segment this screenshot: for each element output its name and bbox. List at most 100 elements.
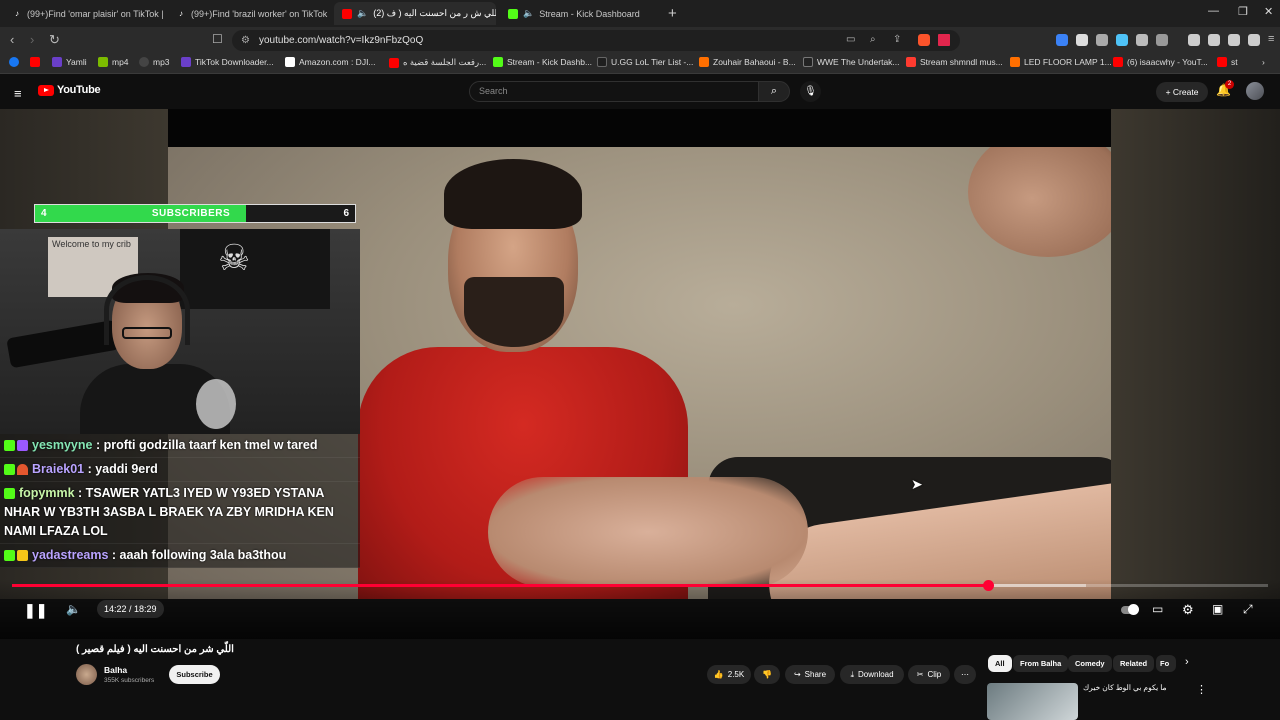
bookmarks-bar: Yamli mp4 mp3 TikTok Downloader... Amazo… bbox=[0, 54, 1280, 74]
brave-shield-icon[interactable] bbox=[918, 34, 930, 46]
glasses bbox=[122, 327, 172, 339]
share-icon[interactable]: ⇪ bbox=[893, 34, 901, 45]
youtube-logo[interactable]: YouTube bbox=[38, 84, 101, 96]
scrubber-handle[interactable] bbox=[982, 580, 994, 591]
video-title: اللّي شر من احسنت اليه ( فيلم قصير ) bbox=[76, 644, 234, 655]
create-button[interactable]: + Create bbox=[1156, 82, 1208, 102]
more-bookmarks-icon[interactable]: › bbox=[1262, 57, 1265, 67]
tab-omar-plaisir[interactable]: ♪ (99+)Find 'omar plaisir' on TikTok | T… bbox=[4, 2, 166, 25]
hamburger-menu-icon[interactable]: ≡ bbox=[14, 86, 22, 101]
extension-icon[interactable] bbox=[1096, 34, 1108, 46]
sidebar-icon[interactable] bbox=[1208, 34, 1220, 46]
extension-icon[interactable] bbox=[1116, 34, 1128, 46]
chip-all[interactable]: All bbox=[988, 655, 1012, 672]
brave-rewards-icon[interactable] bbox=[938, 34, 950, 46]
extension-icon[interactable] bbox=[1076, 34, 1088, 46]
chips-next-icon[interactable]: › bbox=[1185, 656, 1189, 668]
miniplayer-icon[interactable]: ▣ bbox=[1212, 602, 1223, 616]
download-button[interactable]: ⤓ Download bbox=[840, 665, 904, 684]
amazon-icon bbox=[285, 57, 295, 67]
bookmark-yamli[interactable]: Yamli bbox=[52, 57, 87, 67]
extension-icon[interactable] bbox=[1056, 34, 1068, 46]
forward-icon[interactable]: › bbox=[30, 32, 34, 47]
wallet-icon[interactable] bbox=[1228, 34, 1240, 46]
bookmark-facebook[interactable] bbox=[9, 57, 23, 67]
back-icon[interactable]: ‹ bbox=[10, 32, 14, 47]
menu-icon[interactable]: ≡ bbox=[1268, 33, 1274, 45]
download-icon[interactable] bbox=[1248, 34, 1260, 46]
bookmark-kick-dashboard[interactable]: Stream - Kick Dashb... bbox=[493, 57, 592, 67]
voice-search-button[interactable]: 🎙 bbox=[800, 81, 821, 102]
kick-badge-icon bbox=[4, 550, 15, 562]
chip-related[interactable]: Related bbox=[1113, 655, 1155, 672]
channel-name[interactable]: Balha bbox=[104, 665, 127, 675]
tab-kick-dashboard[interactable]: 🔈 Stream - Kick Dashboard bbox=[500, 2, 662, 25]
chip-from-channel[interactable]: From Balha bbox=[1013, 655, 1069, 672]
related-video-thumbnail[interactable] bbox=[987, 683, 1078, 720]
tab-label: (99+)Find 'brazil worker' on TikTok | Ti bbox=[191, 8, 330, 19]
chat-username: yadastreams bbox=[32, 548, 109, 562]
cast-icon[interactable]: ▭ bbox=[846, 34, 855, 45]
dislike-button[interactable]: 👎 bbox=[754, 665, 780, 684]
bookmark-isaacwhy[interactable]: (6) isaacwhy - YouT... bbox=[1113, 57, 1208, 67]
progress-bar[interactable] bbox=[12, 580, 1268, 591]
bookmark-zouhair[interactable]: Zouhair Bahaoui - B... bbox=[699, 57, 796, 67]
video-player[interactable]: 4 SUBSCRIBERS 6 Welcome to my crib ☠ yes… bbox=[0, 109, 1280, 639]
gesturing-hands bbox=[488, 477, 808, 587]
subscribe-button[interactable]: Subscribe bbox=[169, 665, 220, 684]
bookmark-led-lamp[interactable]: LED FLOOR LAMP 1... bbox=[1010, 57, 1112, 67]
site-info-icon[interactable]: ⚙ bbox=[241, 30, 250, 51]
account-avatar[interactable] bbox=[1246, 82, 1264, 100]
more-actions-button[interactable]: ⋯ bbox=[954, 665, 976, 684]
bookmark-youtube[interactable] bbox=[30, 57, 44, 67]
related-video-title[interactable]: ما يكوم بي الوط كان خيرك bbox=[1083, 683, 1167, 692]
minimize-button[interactable]: — bbox=[1208, 5, 1219, 17]
browser-tab-bar: ♪ (99+)Find 'omar plaisir' on TikTok | T… bbox=[0, 0, 1280, 27]
channel-avatar[interactable] bbox=[76, 664, 97, 685]
player-controls: ❚❚ 🔈 14:22 / 18:29 ▭ ⚙ ▣ ⤢ bbox=[0, 579, 1280, 639]
tab-youtube-video[interactable]: 🔈 (2) اللي ش ر من احسنت اليه ( ف × bbox=[334, 2, 496, 25]
audio-icon[interactable]: 🔈 bbox=[523, 8, 534, 19]
zoom-icon[interactable]: ⌕ bbox=[870, 34, 876, 45]
bookmark-wwe[interactable]: WWE The Undertak... bbox=[803, 57, 900, 67]
bookmark-icon[interactable]: ☐ bbox=[212, 32, 223, 46]
reload-icon[interactable]: ↻ bbox=[49, 32, 60, 48]
audio-icon[interactable]: 🔈 bbox=[357, 8, 368, 19]
bookmark-tiktok-downloader[interactable]: TikTok Downloader... bbox=[181, 57, 274, 67]
new-tab-button[interactable]: + bbox=[668, 5, 677, 22]
chip-comedy[interactable]: Comedy bbox=[1068, 655, 1112, 672]
bookmark-ugg[interactable]: U.GG LoL Tier List -... bbox=[597, 57, 693, 67]
chip-more[interactable]: Fo bbox=[1156, 655, 1176, 672]
clip-button[interactable]: ✂ Clip bbox=[908, 665, 950, 684]
like-button[interactable]: 👍 2.5K bbox=[707, 665, 751, 684]
bookmark-amazon[interactable]: Amazon.com : DJI... bbox=[285, 57, 376, 67]
bookmark-mp3[interactable]: mp3 bbox=[139, 57, 170, 67]
tab-brazil-worker[interactable]: ♪ (99+)Find 'brazil worker' on TikTok | … bbox=[168, 2, 330, 25]
autoplay-toggle[interactable] bbox=[1121, 604, 1139, 615]
search-input[interactable]: Search bbox=[469, 81, 759, 102]
pirate-flag bbox=[180, 229, 330, 309]
music-icon[interactable] bbox=[1188, 34, 1200, 46]
subtitles-icon[interactable]: ▭ bbox=[1152, 602, 1163, 616]
maximize-button[interactable]: ❐ bbox=[1238, 5, 1248, 18]
thumbs-down-icon: 👎 bbox=[762, 670, 772, 679]
related-video-menu-icon[interactable]: ⋮ bbox=[1196, 683, 1207, 696]
close-window-button[interactable]: ✕ bbox=[1264, 5, 1273, 18]
kick-badge-icon bbox=[4, 488, 15, 500]
address-bar-row: ‹ › ↻ ☐ ⚙ youtube.com/watch?v=Ikz9nFbzQo… bbox=[0, 27, 1280, 54]
search-button[interactable]: ⌕ bbox=[758, 81, 790, 102]
share-button[interactable]: ↪ Share bbox=[785, 665, 835, 684]
pause-icon[interactable]: ❚❚ bbox=[24, 602, 47, 619]
settings-gear-icon[interactable]: ⚙ bbox=[1182, 602, 1194, 618]
bookmark-stream-shmndl[interactable]: Stream shmndl mus... bbox=[906, 57, 1003, 67]
volume-icon[interactable]: 🔈 bbox=[66, 602, 81, 616]
bookmark-mp4[interactable]: mp4 bbox=[98, 57, 129, 67]
tab-label: (99+)Find 'omar plaisir' on TikTok | Ti bbox=[27, 8, 166, 19]
kick-icon bbox=[508, 8, 518, 19]
bookmark-st[interactable]: st bbox=[1217, 57, 1238, 67]
microphone-icon: 🎙 bbox=[804, 86, 817, 97]
bookmark-arabic-video[interactable]: رفعت الجلسة قضية ه... bbox=[389, 57, 486, 68]
puzzle-icon[interactable] bbox=[1136, 34, 1148, 46]
fullscreen-icon[interactable]: ⤢ bbox=[1243, 602, 1253, 617]
extension-icon[interactable] bbox=[1156, 34, 1168, 46]
